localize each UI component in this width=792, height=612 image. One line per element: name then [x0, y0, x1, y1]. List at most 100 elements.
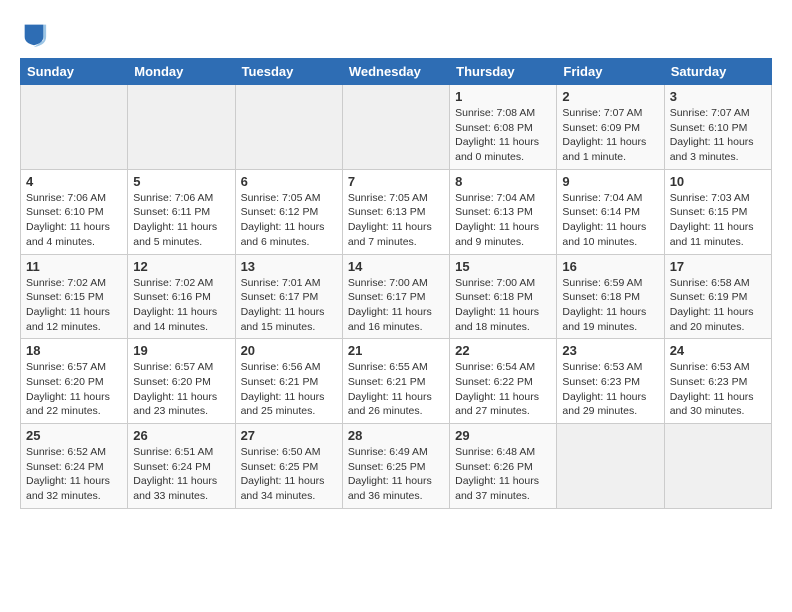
calendar-cell: 2 Sunrise: 7:07 AM Sunset: 6:09 PM Daylig… — [557, 85, 664, 170]
calendar-week-5: 25 Sunrise: 6:52 AM Sunset: 6:24 PM Dayli… — [21, 424, 772, 509]
day-number: 28 — [348, 428, 444, 443]
day-number: 25 — [26, 428, 122, 443]
calendar-header-saturday: Saturday — [664, 59, 771, 85]
day-number: 15 — [455, 259, 551, 274]
day-info: Sunrise: 7:05 AM Sunset: 6:13 PM Dayligh… — [348, 191, 444, 250]
calendar-header-tuesday: Tuesday — [235, 59, 342, 85]
calendar-week-4: 18 Sunrise: 6:57 AM Sunset: 6:20 PM Dayli… — [21, 339, 772, 424]
day-number: 12 — [133, 259, 229, 274]
calendar-cell — [342, 85, 449, 170]
calendar-cell: 11 Sunrise: 7:02 AM Sunset: 6:15 PM Dayli… — [21, 254, 128, 339]
page-header — [20, 20, 772, 48]
day-number: 10 — [670, 174, 766, 189]
calendar-cell: 19 Sunrise: 6:57 AM Sunset: 6:20 PM Dayli… — [128, 339, 235, 424]
calendar-cell — [664, 424, 771, 509]
day-info: Sunrise: 6:50 AM Sunset: 6:25 PM Dayligh… — [241, 445, 337, 504]
day-info: Sunrise: 6:53 AM Sunset: 6:23 PM Dayligh… — [670, 360, 766, 419]
calendar-week-1: 1 Sunrise: 7:08 AM Sunset: 6:08 PM Daylig… — [21, 85, 772, 170]
calendar-cell: 28 Sunrise: 6:49 AM Sunset: 6:25 PM Dayli… — [342, 424, 449, 509]
calendar-cell: 7 Sunrise: 7:05 AM Sunset: 6:13 PM Daylig… — [342, 169, 449, 254]
day-number: 20 — [241, 343, 337, 358]
calendar-cell: 20 Sunrise: 6:56 AM Sunset: 6:21 PM Dayli… — [235, 339, 342, 424]
day-number: 21 — [348, 343, 444, 358]
day-info: Sunrise: 6:49 AM Sunset: 6:25 PM Dayligh… — [348, 445, 444, 504]
calendar-cell: 8 Sunrise: 7:04 AM Sunset: 6:13 PM Daylig… — [450, 169, 557, 254]
day-number: 19 — [133, 343, 229, 358]
calendar-cell: 13 Sunrise: 7:01 AM Sunset: 6:17 PM Dayli… — [235, 254, 342, 339]
calendar-cell: 1 Sunrise: 7:08 AM Sunset: 6:08 PM Daylig… — [450, 85, 557, 170]
day-info: Sunrise: 6:52 AM Sunset: 6:24 PM Dayligh… — [26, 445, 122, 504]
calendar-header-row: SundayMondayTuesdayWednesdayThursdayFrid… — [21, 59, 772, 85]
day-number: 11 — [26, 259, 122, 274]
calendar-cell: 9Sunrise: 7:04 AM Sunset: 6:14 PM Daylig… — [557, 169, 664, 254]
calendar-header-monday: Monday — [128, 59, 235, 85]
calendar-cell — [128, 85, 235, 170]
day-info: Sunrise: 6:57 AM Sunset: 6:20 PM Dayligh… — [133, 360, 229, 419]
day-number: 13 — [241, 259, 337, 274]
day-info: Sunrise: 6:54 AM Sunset: 6:22 PM Dayligh… — [455, 360, 551, 419]
day-info: Sunrise: 7:01 AM Sunset: 6:17 PM Dayligh… — [241, 276, 337, 335]
day-info: Sunrise: 7:04 AM Sunset: 6:13 PM Dayligh… — [455, 191, 551, 250]
calendar-cell — [21, 85, 128, 170]
day-number: 26 — [133, 428, 229, 443]
day-number: 8 — [455, 174, 551, 189]
day-number: 16 — [562, 259, 658, 274]
day-number: 1 — [455, 89, 551, 104]
day-info: Sunrise: 6:56 AM Sunset: 6:21 PM Dayligh… — [241, 360, 337, 419]
day-info: Sunrise: 7:00 AM Sunset: 6:17 PM Dayligh… — [348, 276, 444, 335]
day-number: 2 — [562, 89, 658, 104]
day-info: Sunrise: 6:51 AM Sunset: 6:24 PM Dayligh… — [133, 445, 229, 504]
calendar-cell: 5 Sunrise: 7:06 AM Sunset: 6:11 PM Daylig… — [128, 169, 235, 254]
day-info: Sunrise: 7:07 AM Sunset: 6:09 PM Dayligh… — [562, 106, 658, 165]
calendar-cell: 24 Sunrise: 6:53 AM Sunset: 6:23 PM Dayli… — [664, 339, 771, 424]
day-info: Sunrise: 7:05 AM Sunset: 6:12 PM Dayligh… — [241, 191, 337, 250]
day-info: Sunrise: 7:02 AM Sunset: 6:16 PM Dayligh… — [133, 276, 229, 335]
day-info: Sunrise: 7:06 AM Sunset: 6:11 PM Dayligh… — [133, 191, 229, 250]
calendar-cell: 16 Sunrise: 6:59 AM Sunset: 6:18 PM Dayli… — [557, 254, 664, 339]
day-number: 14 — [348, 259, 444, 274]
calendar-header-sunday: Sunday — [21, 59, 128, 85]
day-number: 4 — [26, 174, 122, 189]
day-number: 22 — [455, 343, 551, 358]
calendar-cell: 10 Sunrise: 7:03 AM Sunset: 6:15 PM Dayli… — [664, 169, 771, 254]
day-number: 17 — [670, 259, 766, 274]
logo-icon — [20, 20, 48, 48]
day-info: Sunrise: 6:55 AM Sunset: 6:21 PM Dayligh… — [348, 360, 444, 419]
day-number: 5 — [133, 174, 229, 189]
calendar-header-friday: Friday — [557, 59, 664, 85]
day-number: 27 — [241, 428, 337, 443]
day-info: Sunrise: 6:53 AM Sunset: 6:23 PM Dayligh… — [562, 360, 658, 419]
calendar-cell: 27 Sunrise: 6:50 AM Sunset: 6:25 PM Dayli… — [235, 424, 342, 509]
calendar-cell: 23 Sunrise: 6:53 AM Sunset: 6:23 PM Dayli… — [557, 339, 664, 424]
logo — [20, 20, 52, 48]
calendar-cell: 12 Sunrise: 7:02 AM Sunset: 6:16 PM Dayli… — [128, 254, 235, 339]
calendar-cell: 25 Sunrise: 6:52 AM Sunset: 6:24 PM Dayli… — [21, 424, 128, 509]
day-info: Sunrise: 6:57 AM Sunset: 6:20 PM Dayligh… — [26, 360, 122, 419]
calendar-week-3: 11 Sunrise: 7:02 AM Sunset: 6:15 PM Dayli… — [21, 254, 772, 339]
day-info: Sunrise: 7:02 AM Sunset: 6:15 PM Dayligh… — [26, 276, 122, 335]
day-info: Sunrise: 7:08 AM Sunset: 6:08 PM Dayligh… — [455, 106, 551, 165]
calendar-cell: 14 Sunrise: 7:00 AM Sunset: 6:17 PM Dayli… — [342, 254, 449, 339]
day-number: 18 — [26, 343, 122, 358]
day-info: Sunrise: 6:58 AM Sunset: 6:19 PM Dayligh… — [670, 276, 766, 335]
day-number: 23 — [562, 343, 658, 358]
day-number: 7 — [348, 174, 444, 189]
day-info: Sunrise: 7:03 AM Sunset: 6:15 PM Dayligh… — [670, 191, 766, 250]
calendar-cell: 29Sunrise: 6:48 AM Sunset: 6:26 PM Dayli… — [450, 424, 557, 509]
day-number: 9 — [562, 174, 658, 189]
calendar-header-wednesday: Wednesday — [342, 59, 449, 85]
day-info: Sunrise: 7:00 AM Sunset: 6:18 PM Dayligh… — [455, 276, 551, 335]
day-number: 6 — [241, 174, 337, 189]
calendar-week-2: 4Sunrise: 7:06 AM Sunset: 6:10 PM Daylig… — [21, 169, 772, 254]
calendar-cell: 21 Sunrise: 6:55 AM Sunset: 6:21 PM Dayli… — [342, 339, 449, 424]
calendar-cell: 22 Sunrise: 6:54 AM Sunset: 6:22 PM Dayli… — [450, 339, 557, 424]
calendar-cell: 3Sunrise: 7:07 AM Sunset: 6:10 PM Daylig… — [664, 85, 771, 170]
calendar-cell: 18 Sunrise: 6:57 AM Sunset: 6:20 PM Dayli… — [21, 339, 128, 424]
day-info: Sunrise: 7:07 AM Sunset: 6:10 PM Dayligh… — [670, 106, 766, 165]
calendar-cell: 26 Sunrise: 6:51 AM Sunset: 6:24 PM Dayli… — [128, 424, 235, 509]
day-info: Sunrise: 6:59 AM Sunset: 6:18 PM Dayligh… — [562, 276, 658, 335]
calendar-table: SundayMondayTuesdayWednesdayThursdayFrid… — [20, 58, 772, 509]
day-number: 24 — [670, 343, 766, 358]
calendar-cell — [235, 85, 342, 170]
day-info: Sunrise: 6:48 AM Sunset: 6:26 PM Dayligh… — [455, 445, 551, 504]
